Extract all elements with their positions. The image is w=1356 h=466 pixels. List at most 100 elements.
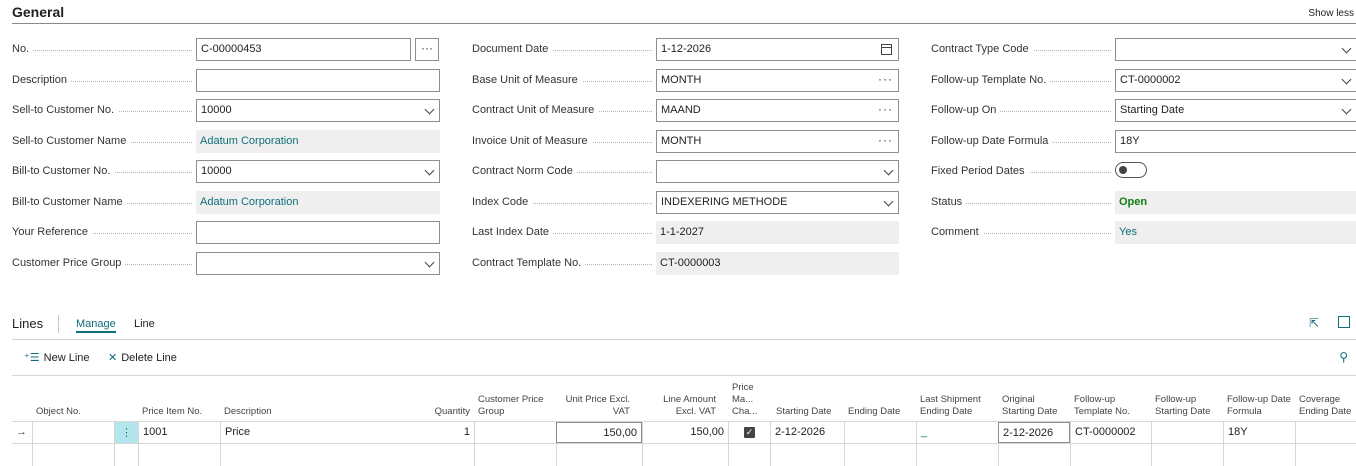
cell-coverage-ending-date[interactable]	[1295, 422, 1356, 443]
bill-to-customer-no-select[interactable]: 10000	[196, 160, 440, 183]
label-last-index-date: Last Index Date	[472, 226, 554, 238]
calendar-icon[interactable]	[881, 44, 892, 55]
field-follow-up-date-formula: Follow-up Date Formula 18Y	[931, 130, 1356, 153]
col-customer-price-group[interactable]: Customer Price Group	[474, 380, 554, 418]
delete-line-icon: ✕	[108, 352, 118, 364]
cell-price-ma-cha[interactable]: ✓	[728, 422, 770, 443]
fixed-period-dates-toggle[interactable]	[1115, 162, 1147, 178]
tab-line[interactable]: Line	[134, 318, 155, 330]
cell-follow-up-starting-date[interactable]	[1151, 422, 1223, 443]
contract-template-no-value: CT-0000003	[656, 252, 899, 275]
label-follow-up-template-no: Follow-up Template No.	[931, 74, 1051, 86]
cell-original-starting-date[interactable]: 2-12-2026	[998, 422, 1070, 443]
label-contract-norm-code: Contract Norm Code	[472, 165, 577, 177]
cell-price-item-no[interactable]: 1001	[138, 422, 220, 443]
col-ending-date[interactable]: Ending Date	[844, 380, 914, 418]
document-date-input[interactable]: 1-12-2026	[656, 38, 899, 61]
base-unit-of-measure-input[interactable]: MONTH ···	[656, 69, 899, 92]
no-input[interactable]: C-00000453	[196, 38, 411, 61]
ellipsis-icon[interactable]: ···	[878, 133, 893, 147]
label-follow-up-date-formula: Follow-up Date Formula	[931, 135, 1053, 147]
cell-follow-up-template-no[interactable]: CT-0000002	[1070, 422, 1151, 443]
cell-ending-date[interactable]	[844, 422, 916, 443]
cell-follow-up-date-formula[interactable]: 18Y	[1223, 422, 1295, 443]
empty-row-line	[138, 443, 139, 466]
contract-type-code-select[interactable]	[1115, 38, 1356, 61]
field-fixed-period-dates: Fixed Period Dates	[931, 160, 1356, 183]
field-bill-to-customer-no: Bill-to Customer No. 10000	[12, 160, 440, 183]
field-invoice-unit-of-measure: Invoice Unit of Measure MONTH ···	[472, 130, 900, 153]
col-line-amount[interactable]: Line Amount Excl. VAT	[642, 380, 720, 418]
row-menu-icon[interactable]: ⋮	[114, 422, 138, 443]
bill-to-customer-name-value[interactable]: Adatum Corporation	[196, 191, 440, 214]
col-price-item-no[interactable]: Price Item No.	[138, 380, 218, 418]
status-value: Open	[1115, 191, 1356, 214]
col-description[interactable]: Description	[220, 380, 370, 418]
follow-up-template-no-value: CT-0000002	[1120, 74, 1181, 86]
cell-customer-price-group[interactable]	[474, 422, 556, 443]
checkbox-checked-icon[interactable]: ✓	[744, 427, 755, 438]
new-line-button[interactable]: ⁺☰ New Line	[24, 351, 90, 364]
your-reference-input[interactable]	[196, 221, 440, 244]
label-document-date: Document Date	[472, 43, 553, 55]
cell-object-no[interactable]	[32, 422, 114, 443]
empty-row-line	[728, 443, 729, 466]
customer-price-group-select[interactable]	[196, 252, 440, 275]
label-bill-to-customer-name: Bill-to Customer Name	[12, 196, 127, 208]
chevron-down-icon	[424, 104, 435, 115]
col-quantity[interactable]: Quantity	[390, 380, 474, 418]
col-coverage-ending-date[interactable]: Coverage Ending Date	[1295, 380, 1356, 418]
index-code-select[interactable]: INDEXERING METHODE	[656, 191, 899, 214]
cell-unit-price[interactable]: 150,00	[556, 422, 642, 443]
field-contract-unit-of-measure: Contract Unit of Measure MAAND ···	[472, 99, 900, 122]
label-status: Status	[931, 196, 967, 208]
expand-icon[interactable]	[1338, 316, 1350, 328]
contract-unit-of-measure-input[interactable]: MAAND ···	[656, 99, 899, 122]
follow-up-template-no-select[interactable]: CT-0000002	[1115, 69, 1356, 92]
bill-to-customer-no-value: 10000	[201, 165, 232, 177]
follow-up-date-formula-input[interactable]: 18Y	[1115, 130, 1356, 153]
field-contract-type-code: Contract Type Code	[931, 38, 1356, 61]
col-last-shipment-ending-date[interactable]: Last Shipment Ending Date	[916, 380, 996, 418]
section-title-general[interactable]: General	[12, 4, 64, 20]
col-follow-up-date-formula[interactable]: Follow-up Date Formula	[1223, 380, 1295, 418]
chevron-down-icon	[424, 165, 435, 176]
sell-to-customer-no-select[interactable]: 10000	[196, 99, 440, 122]
no-lookup-button[interactable]: ···	[415, 38, 439, 61]
col-price-ma-cha[interactable]: Price Ma... Cha...	[728, 380, 768, 418]
invoice-unit-of-measure-input[interactable]: MONTH ···	[656, 130, 899, 153]
description-input[interactable]	[196, 69, 440, 92]
empty-row-line	[642, 443, 643, 466]
comment-value[interactable]: Yes	[1115, 221, 1356, 244]
label-sell-to-customer-name: Sell-to Customer Name	[12, 135, 131, 147]
field-bill-to-customer-name: Bill-to Customer Name Adatum Corporation	[12, 191, 440, 214]
show-less-link[interactable]: Show less	[1308, 8, 1354, 19]
col-object-no[interactable]: Object No.	[32, 380, 112, 418]
lines-separator	[58, 315, 59, 333]
col-starting-date[interactable]: Starting Date	[772, 380, 838, 418]
follow-up-on-select[interactable]: Starting Date	[1115, 99, 1356, 122]
ellipsis-icon[interactable]: ···	[878, 102, 893, 116]
col-original-starting-date[interactable]: Original Starting Date	[998, 380, 1068, 418]
cell-starting-date[interactable]: 2-12-2026	[770, 422, 844, 443]
label-contract-template-no: Contract Template No.	[472, 257, 586, 269]
chevron-down-icon	[1341, 43, 1352, 54]
contract-norm-code-select[interactable]	[656, 160, 899, 183]
grid-top-divider	[12, 375, 1356, 376]
tab-manage[interactable]: Manage	[76, 318, 116, 333]
delete-line-button[interactable]: ✕ Delete Line	[108, 351, 177, 364]
chevron-down-icon	[424, 257, 435, 268]
col-follow-up-template-no[interactable]: Follow-up Template No.	[1070, 380, 1150, 418]
cell-line-amount[interactable]: 150,00	[642, 422, 728, 443]
col-follow-up-starting-date[interactable]: Follow-up Starting Date	[1151, 380, 1223, 418]
share-icon[interactable]: ⇱	[1309, 316, 1322, 330]
pin-icon[interactable]: ⚲	[1339, 350, 1348, 364]
col-unit-price[interactable]: Unit Price Excl. VAT	[556, 380, 634, 418]
sell-to-customer-name-value[interactable]: Adatum Corporation	[196, 130, 440, 153]
field-customer-price-group: Customer Price Group	[12, 252, 440, 275]
cell-quantity[interactable]: 1	[390, 422, 474, 443]
cell-last-shipment-ending-date[interactable]: _	[916, 422, 998, 443]
empty-row-line	[770, 443, 771, 466]
ellipsis-icon[interactable]: ···	[878, 72, 893, 86]
new-line-label: New Line	[43, 352, 90, 364]
